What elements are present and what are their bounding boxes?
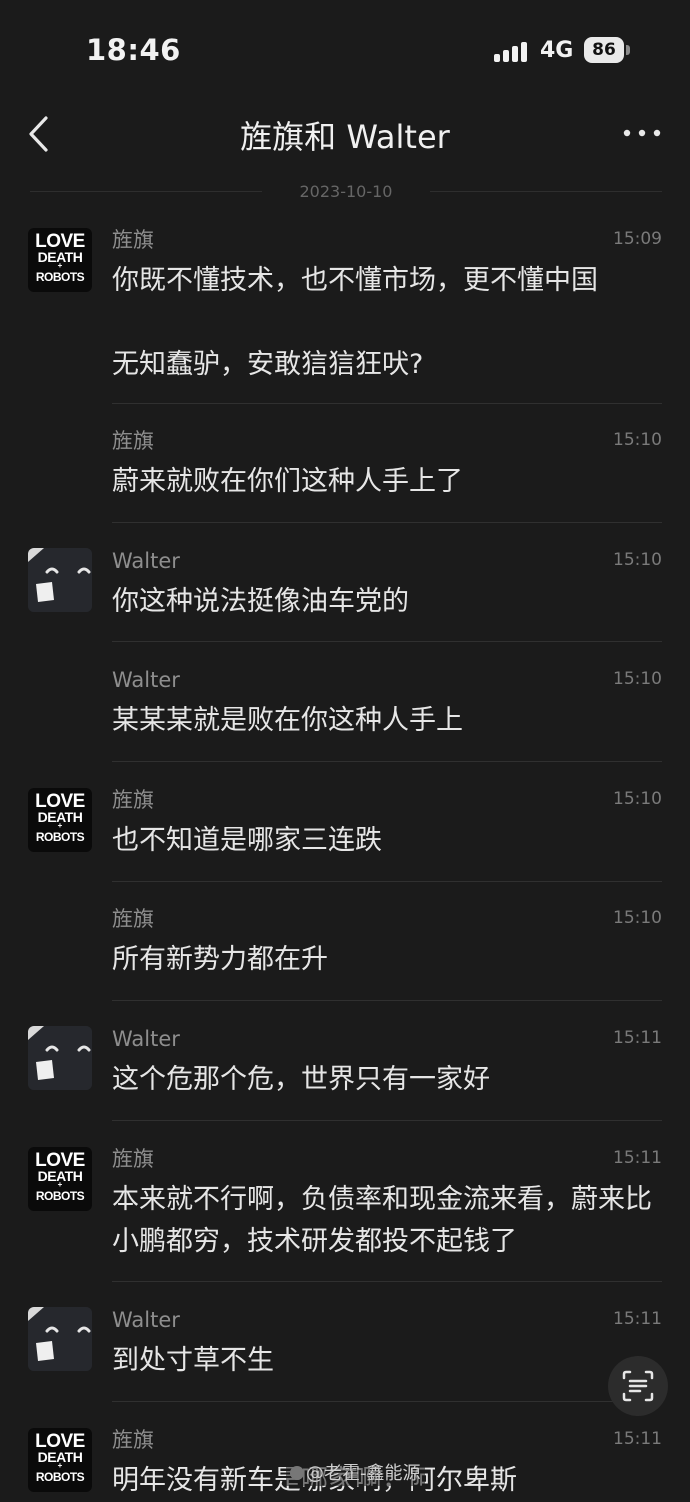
message-text: 你既不懂技术，也不懂市场，更不懂中国 无知蠢驴，安敢狺狺狂吠? [112,265,598,380]
message-time: 15:11 [613,1148,662,1168]
cartoon-face-icon [28,1026,92,1090]
divider [112,881,662,882]
message-item[interactable]: 旌旗 15:10 蔚来就败在你们这种人手上了 [112,427,662,507]
divider [112,522,662,523]
scan-text-button[interactable] [608,1356,668,1416]
message-time: 15:10 [613,669,662,689]
avatar[interactable]: LOVE DEATH + ROBOTS [28,1147,92,1211]
avatar-text: ROBOTS [35,830,85,844]
message-item[interactable]: 旌旗 15:10 所有新势力都在升 [112,905,662,985]
message-text: 所有新势力都在升 [112,944,328,975]
message-item[interactable]: Walter 15:10 你这种说法挺像油车党的 [112,547,662,627]
avatar[interactable]: LOVE DEATH + ROBOTS [28,788,92,852]
message-text: 到处寸草不生 [112,1345,274,1376]
message-item[interactable]: 旌旗 15:09 你既不懂技术，也不懂市场，更不懂中国 无知蠢驴，安敢狺狺狂吠? [112,226,662,396]
network-type: 4G [540,38,574,63]
avatar[interactable]: LOVE DEATH + ROBOTS [28,228,92,292]
message-sender: 旌旗 [112,429,154,453]
date-separator: 2023-10-10 [30,180,662,204]
message-time: 15:11 [613,1028,662,1048]
avatar[interactable] [28,548,92,612]
watermark: @老霍-鑫能源 [286,1462,425,1486]
message-sender: 旌旗 [112,1428,154,1452]
message-item[interactable]: Walter 15:11 到处寸草不生 [112,1306,662,1386]
divider [112,641,662,642]
chat-header: 旌旗和 Walter [0,100,690,170]
message-time: 15:10 [613,908,662,928]
divider [112,403,662,404]
message-sender: Walter [112,1308,180,1332]
message-time: 15:10 [613,789,662,809]
status-bar: 18:46 4G 86 [0,0,690,100]
divider [112,1281,662,1282]
message-sender: 旌旗 [112,907,154,931]
divider [112,1120,662,1121]
avatar[interactable] [28,1026,92,1090]
message-item[interactable]: Walter 15:11 这个危那个危，世界只有一家好 [112,1025,662,1105]
avatar-text: + [57,821,63,830]
avatar-text: ROBOTS [35,1189,85,1203]
message-time: 15:11 [613,1309,662,1329]
message-item[interactable]: 旌旗 15:10 也不知道是哪家三连跌 [112,786,662,866]
avatar-text: ROBOTS [35,270,85,284]
watermark-text: @老霍-鑫能源 [306,1463,421,1484]
message-time: 15:09 [613,229,662,249]
message-text: 本来就不行啊，负债率和现金流来看，蔚来比小鹏都穷，技术研发都投不起钱了 [112,1184,652,1257]
avatar-text: + [57,1461,63,1470]
message-text: 也不知道是哪家三连跌 [112,825,382,856]
message-sender: 旌旗 [112,788,154,812]
divider [112,761,662,762]
message-time: 15:10 [613,430,662,450]
signal-bars-icon [494,42,527,62]
message-time: 15:11 [613,1429,662,1449]
message-text: 蔚来就败在你们这种人手上了 [112,466,463,497]
avatar[interactable]: LOVE DEATH + ROBOTS [28,1428,92,1492]
message-item[interactable]: 旌旗 15:11 本来就不行啊，负债率和现金流来看，蔚来比小鹏都穷，技术研发都投… [112,1145,662,1270]
battery-level: 86 [592,40,616,60]
message-sender: Walter [112,668,180,692]
cartoon-face-icon [28,548,92,612]
avatar-text: + [57,1180,63,1189]
divider [112,1401,662,1402]
message-text: 这个危那个危，世界只有一家好 [112,1064,490,1095]
chat-title: 旌旗和 Walter [240,118,450,156]
message-item[interactable]: Walter 15:10 某某某就是败在你这种人手上 [112,666,662,746]
divider [112,1000,662,1001]
battery-icon: 86 [584,37,630,65]
date-separator-text: 2023-10-10 [299,182,393,201]
message-time: 15:10 [613,550,662,570]
message-sender: 旌旗 [112,228,154,252]
message-text: 某某某就是败在你这种人手上 [112,705,463,736]
cartoon-face-icon [28,1307,92,1371]
message-sender: Walter [112,549,180,573]
message-text: 你这种说法挺像油车党的 [112,586,409,617]
status-time: 18:46 [86,33,181,67]
more-dots-icon[interactable] [622,125,662,141]
avatar-text: ROBOTS [35,1470,85,1484]
weibo-logo-icon [290,1466,304,1480]
scan-text-icon [622,1370,654,1402]
message-sender: 旌旗 [112,1147,154,1171]
avatar[interactable] [28,1307,92,1371]
avatar-text: + [57,261,63,270]
message-sender: Walter [112,1027,180,1051]
